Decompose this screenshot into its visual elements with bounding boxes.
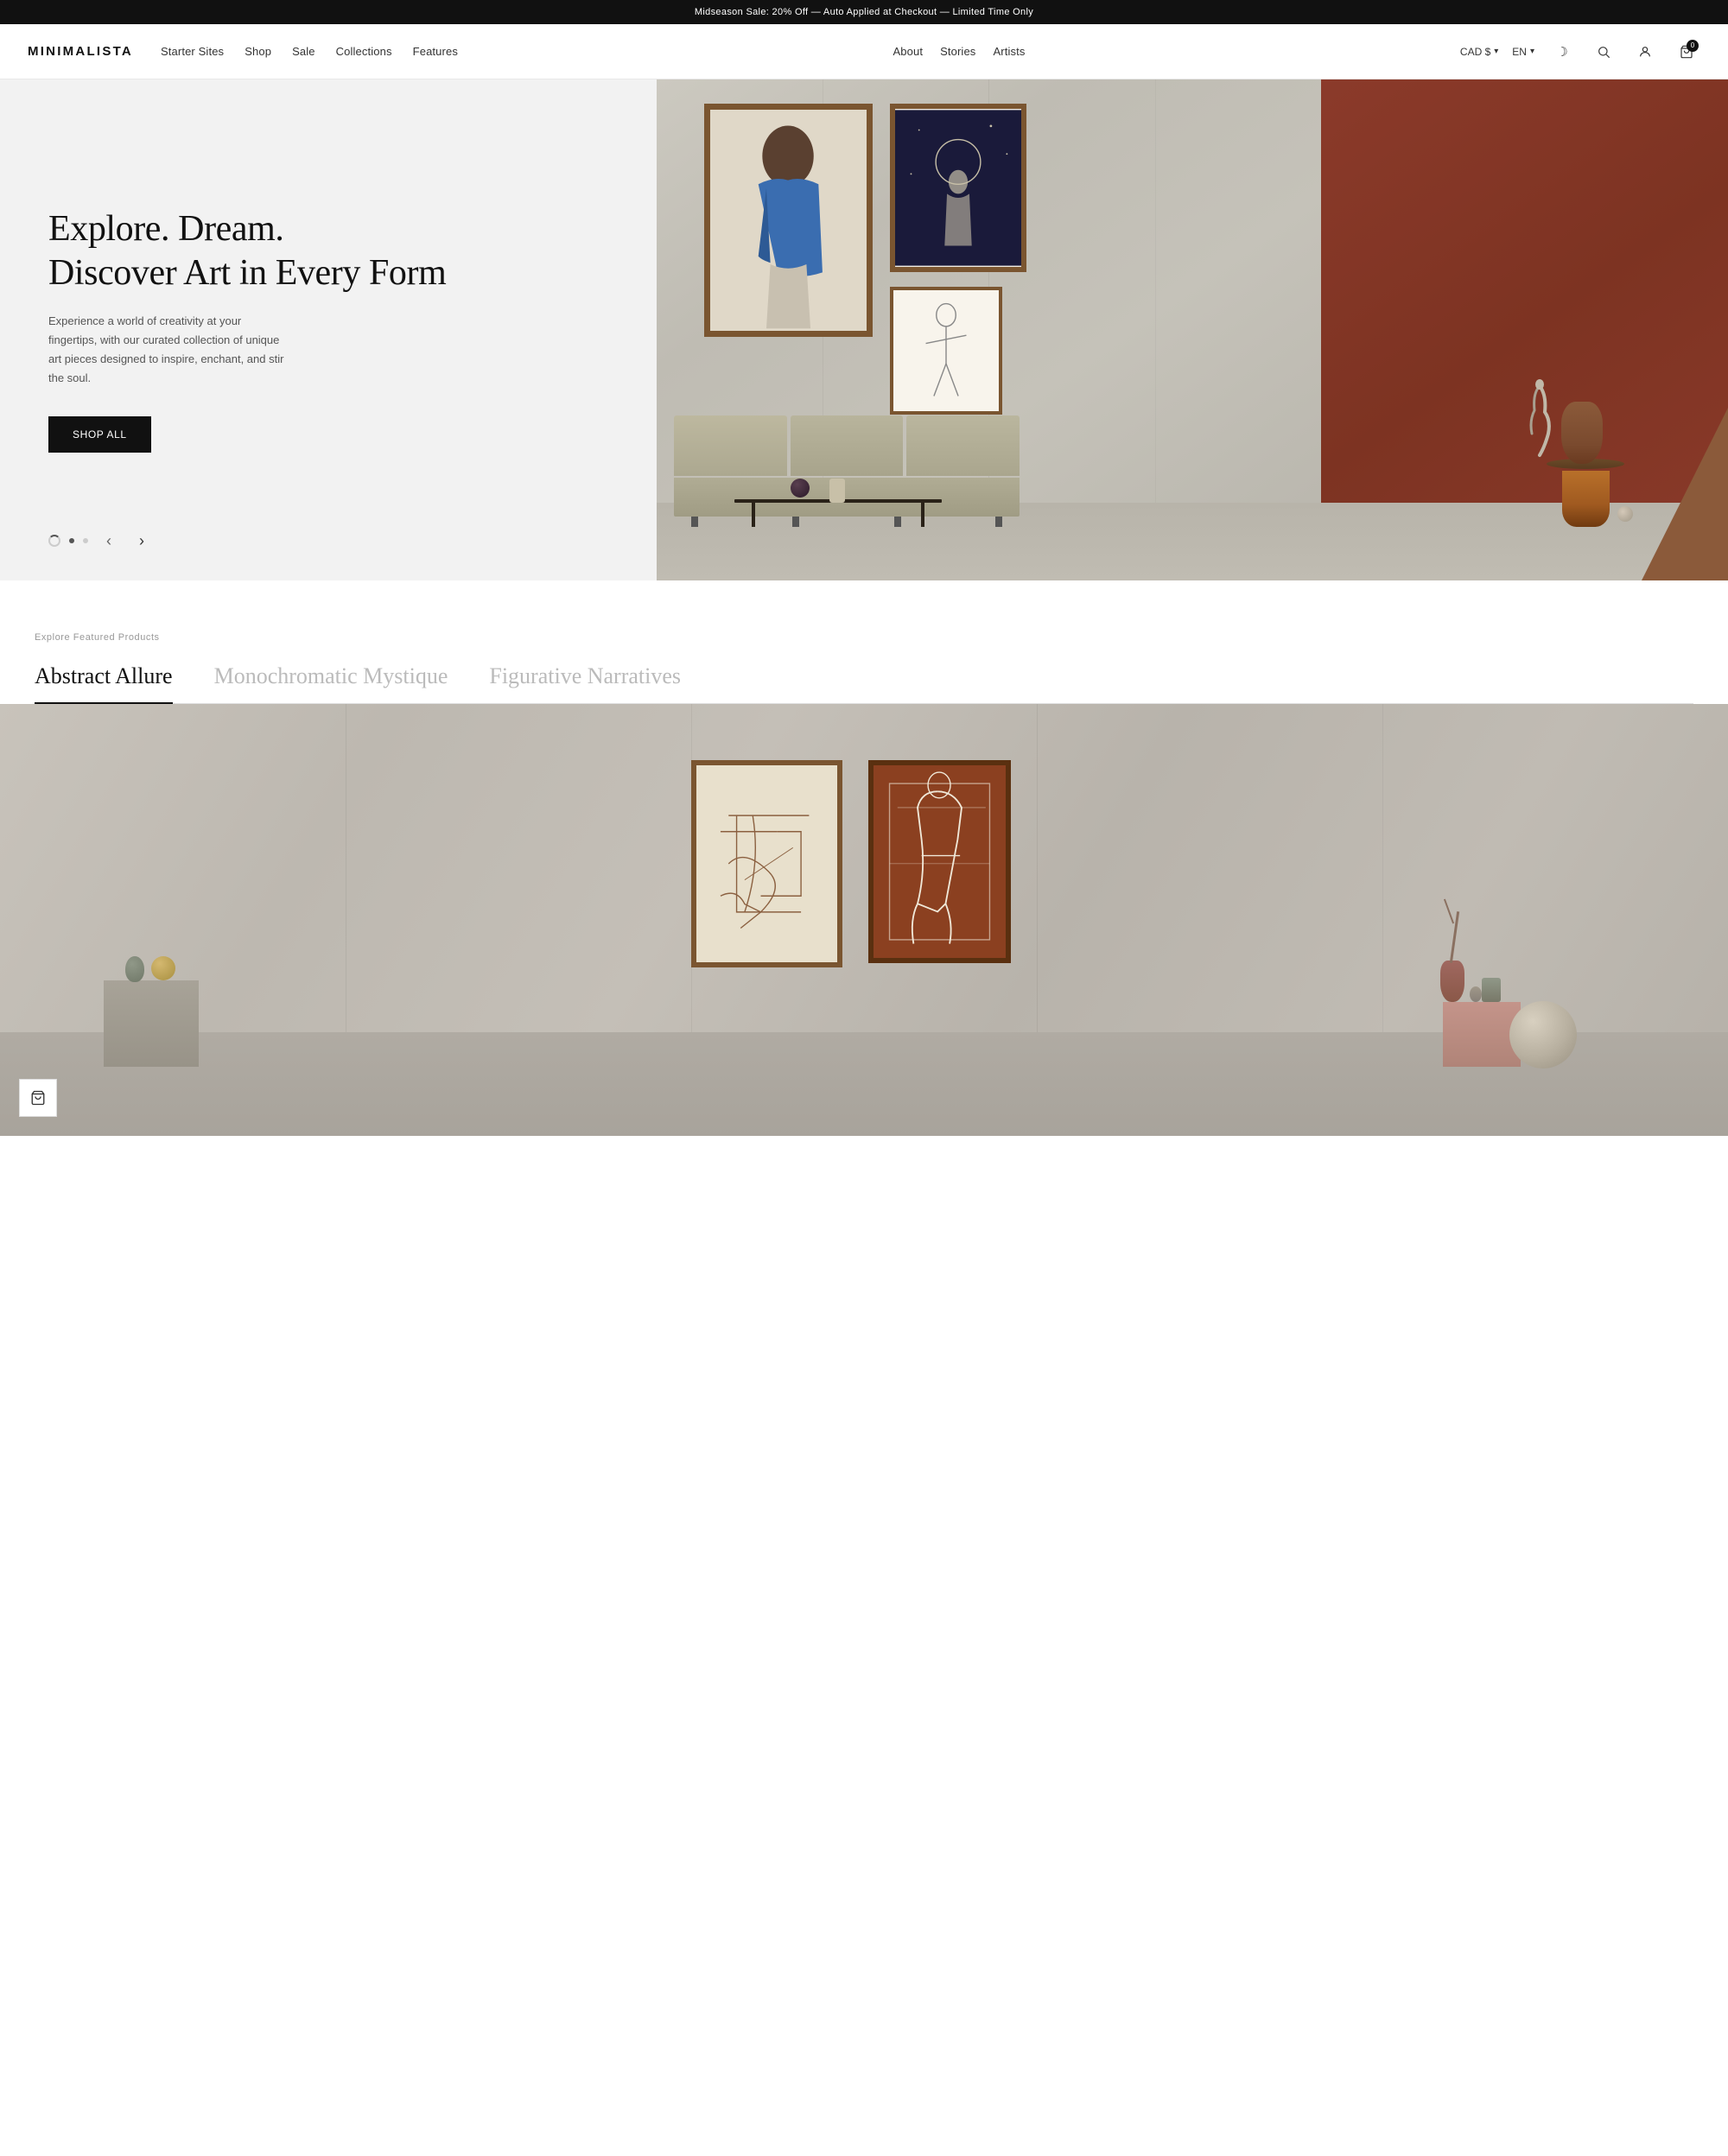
nav-link-shop[interactable]: Shop [245,45,271,58]
sculpture-svg [1521,377,1560,464]
floating-cart-icon [30,1090,46,1106]
search-button[interactable] [1590,38,1617,66]
hero-image [657,79,1728,580]
artwork-small-image [893,290,999,411]
language-chevron-icon: ▾ [1530,47,1534,56]
product-artwork-1-frame [691,760,842,967]
hero-content: Explore. Dream. Discover Art in Every Fo… [0,79,657,580]
nav-link-collections[interactable]: Collections [336,45,392,58]
nav-item-artists[interactable]: Artists [993,44,1025,60]
primary-nav-list: Starter Sites Shop Sale Collections Feat… [161,44,458,60]
currency-chevron-icon: ▾ [1494,47,1498,56]
user-icon [1638,45,1652,59]
product-image-section [0,704,1728,1136]
carousel-dot-1[interactable] [69,538,74,543]
language-selector[interactable]: EN ▾ [1512,46,1534,58]
product-main-image [0,704,1728,1136]
logo[interactable]: MINIMALISTA [28,44,133,59]
nav-item-shop[interactable]: Shop [245,44,271,60]
table-object-vase-sm [829,479,845,503]
side-table [1547,459,1624,527]
product-artwork-2-image [874,765,1006,958]
secondary-nav-list: About Stories Artists [893,44,1025,60]
shop-all-button[interactable]: Shop All [48,416,151,453]
header-left: MINIMALISTA Starter Sites Shop Sale Coll… [28,44,458,60]
carousel-controls: ‹ › [48,529,154,553]
nav-link-artists[interactable]: Artists [993,45,1025,58]
featured-section: Explore Featured Products Abstract Allur… [0,580,1728,704]
coffee-table-legs [734,503,942,527]
artwork-small-frame [890,287,1002,415]
sofa-back [674,415,1020,476]
hero-title: Explore. Dream. Discover Art in Every Fo… [48,207,615,295]
side-table-base [1562,471,1610,527]
hero-description: Experience a world of creativity at your… [48,312,290,388]
secondary-nav: About Stories Artists [893,44,1025,60]
currency-selector[interactable]: CAD $ ▾ [1460,46,1498,58]
pedestal-1 [104,980,199,1067]
header-right: CAD $ ▾ EN ▾ ☽ [1460,38,1700,66]
product-tabs: Abstract Allure Monochromatic Mystique F… [35,663,1693,704]
carousel-spinner [48,535,60,547]
announcement-bar: Midseason Sale: 20% Off — Auto Applied a… [0,0,1728,24]
artwork-large-frame [704,104,873,337]
small-vase-right [1440,961,1464,1002]
moon-icon: ☽ [1556,44,1567,60]
nav-item-sale[interactable]: Sale [292,44,315,60]
product-artwork-2-frame [868,760,1011,963]
theme-toggle-button[interactable]: ☽ [1548,38,1576,66]
artwork-medium-image [895,109,1021,267]
product-artwork-1-image [696,765,837,962]
nav-item-stories[interactable]: Stories [940,44,975,60]
floating-cart-button[interactable] [19,1079,57,1117]
account-button[interactable] [1631,38,1659,66]
tab-monochromatic-mystique[interactable]: Monochromatic Mystique [214,663,448,703]
cylinder-obj-1 [1482,978,1501,1002]
carousel-next-button[interactable]: › [130,529,154,553]
language-label: EN [1512,46,1527,58]
coffee-table [734,499,942,527]
hero-section: Explore. Dream. Discover Art in Every Fo… [0,79,1728,580]
nav-link-features[interactable]: Features [413,45,458,58]
nav-item-collections[interactable]: Collections [336,44,392,60]
nav-item-starter-sites[interactable]: Starter Sites [161,44,224,60]
table-object-sphere [791,479,810,498]
tab-figurative-narratives[interactable]: Figurative Narratives [489,663,681,703]
small-sphere [1617,506,1633,522]
cart-badge: 0 [1687,40,1699,52]
large-sphere [1509,1001,1577,1068]
carousel-prev-button[interactable]: ‹ [97,529,121,553]
nav-item-about[interactable]: About [893,44,923,60]
decorative-vase [1561,402,1603,464]
cart-button[interactable]: 0 [1673,38,1700,66]
featured-label: Explore Featured Products [35,632,1693,643]
carousel-dot-2[interactable] [83,538,88,543]
nav-item-features[interactable]: Features [413,44,458,60]
artwork-large-image [710,110,867,331]
cone-decoration [1642,408,1728,580]
sculpture [1521,377,1560,464]
nav-link-starter-sites[interactable]: Starter Sites [161,45,224,58]
header: MINIMALISTA Starter Sites Shop Sale Coll… [0,24,1728,79]
currency-label: CAD $ [1460,46,1490,58]
decorative-ball-gold [151,956,175,980]
nav-link-about[interactable]: About [893,45,923,58]
primary-nav: Starter Sites Shop Sale Collections Feat… [161,44,458,60]
header-center: About Stories Artists [893,44,1025,60]
tab-abstract-allure[interactable]: Abstract Allure [35,663,173,703]
cylinder-obj-2 [1470,986,1482,1002]
nav-link-sale[interactable]: Sale [292,45,315,58]
artwork-medium-frame [890,104,1026,272]
search-icon [1597,45,1610,59]
announcement-text: Midseason Sale: 20% Off — Auto Applied a… [695,7,1033,17]
decorative-mushroom [125,956,144,982]
nav-link-stories[interactable]: Stories [940,45,975,58]
